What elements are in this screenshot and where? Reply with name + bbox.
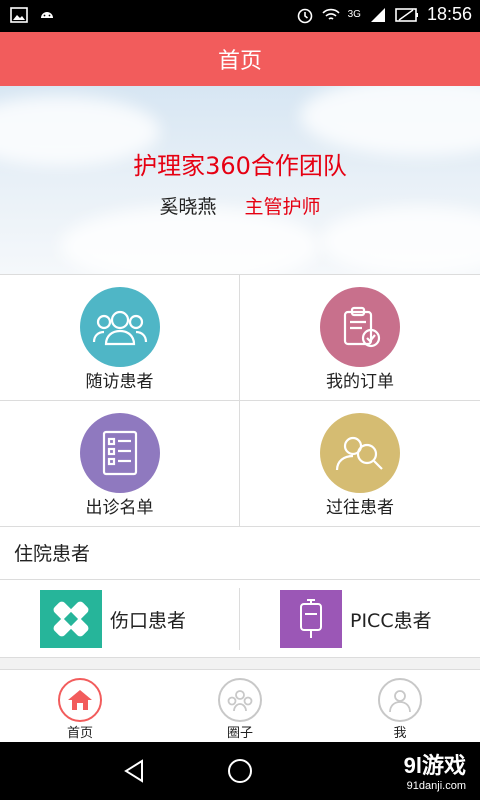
follow-up-patients-cell[interactable]: 随访患者 — [0, 275, 240, 401]
row-divider — [239, 588, 240, 650]
circle-icon — [218, 678, 262, 722]
people-icon — [80, 287, 160, 367]
home-icon — [58, 678, 102, 722]
watermark-sub: 91danji.com — [406, 780, 466, 792]
status-time: 18:56 — [426, 4, 472, 24]
watermark: 9l游戏 91danji.com — [404, 748, 466, 792]
visit-list-cell[interactable]: 出诊名单 — [0, 401, 240, 527]
follow-up-patients-label: 随访患者 — [85, 372, 154, 392]
search-person-icon — [320, 413, 400, 493]
inpatient-section-header: 住院患者 — [0, 526, 480, 580]
signal-icon — [370, 7, 385, 22]
tab-home-label: 首页 — [66, 726, 93, 741]
wound-patients-button[interactable]: 伤口患者 — [40, 580, 186, 658]
android-icon — [41, 12, 53, 18]
picc-patients-label: PICC患者 — [350, 609, 432, 632]
tab-me[interactable]: 我 — [320, 670, 480, 742]
system-nav-bar: 9l游戏 91danji.com — [0, 742, 480, 800]
back-icon[interactable] — [120, 757, 148, 785]
team-banner: 护理家360合作团队 奚晓燕 主管护师 — [0, 86, 480, 274]
alarm-icon — [297, 8, 312, 23]
nurse-name: 奚晓燕 — [159, 196, 217, 218]
past-patients-cell[interactable]: 过往患者 — [240, 401, 480, 527]
my-orders-cell[interactable]: 我的订单 — [240, 275, 480, 401]
team-title: 护理家360合作团队 — [133, 152, 347, 180]
tab-home[interactable]: 首页 — [0, 670, 160, 742]
visit-list-label: 出诊名单 — [85, 498, 154, 518]
bandage-icon — [40, 590, 102, 648]
title-bar: 首页 — [0, 32, 480, 86]
section-title: 住院患者 — [14, 543, 91, 565]
past-patients-label: 过往患者 — [326, 498, 394, 518]
bottom-tab-bar: 首页 圈子 我 — [0, 670, 480, 742]
order-icon — [320, 287, 400, 367]
page-title: 首页 — [217, 49, 262, 74]
person-icon — [378, 678, 422, 722]
section-gap — [0, 658, 480, 670]
inpatient-row: 伤口患者 PICC患者 — [0, 580, 480, 658]
tab-circle-label: 圈子 — [226, 726, 253, 741]
iv-bag-icon — [280, 590, 342, 648]
tab-me-label: 我 — [393, 726, 407, 741]
my-orders-label: 我的订单 — [326, 372, 394, 392]
checklist-icon — [80, 413, 160, 493]
wifi-icon — [322, 8, 340, 20]
home-nav-icon[interactable] — [226, 757, 254, 785]
nurse-role: 主管护师 — [244, 196, 321, 218]
status-bar: 3G 18:56 — [0, 0, 480, 32]
function-grid: 随访患者 我的订单 出诊名单 过往患者 — [0, 274, 480, 527]
watermark-main: 9l游戏 — [403, 753, 466, 778]
picc-patients-button[interactable]: PICC患者 — [280, 580, 432, 658]
battery-icon — [395, 7, 418, 22]
wound-patients-label: 伤口患者 — [110, 609, 187, 632]
image-icon — [10, 7, 28, 23]
network-label: 3G — [347, 9, 361, 20]
tab-circle[interactable]: 圈子 — [160, 670, 320, 742]
